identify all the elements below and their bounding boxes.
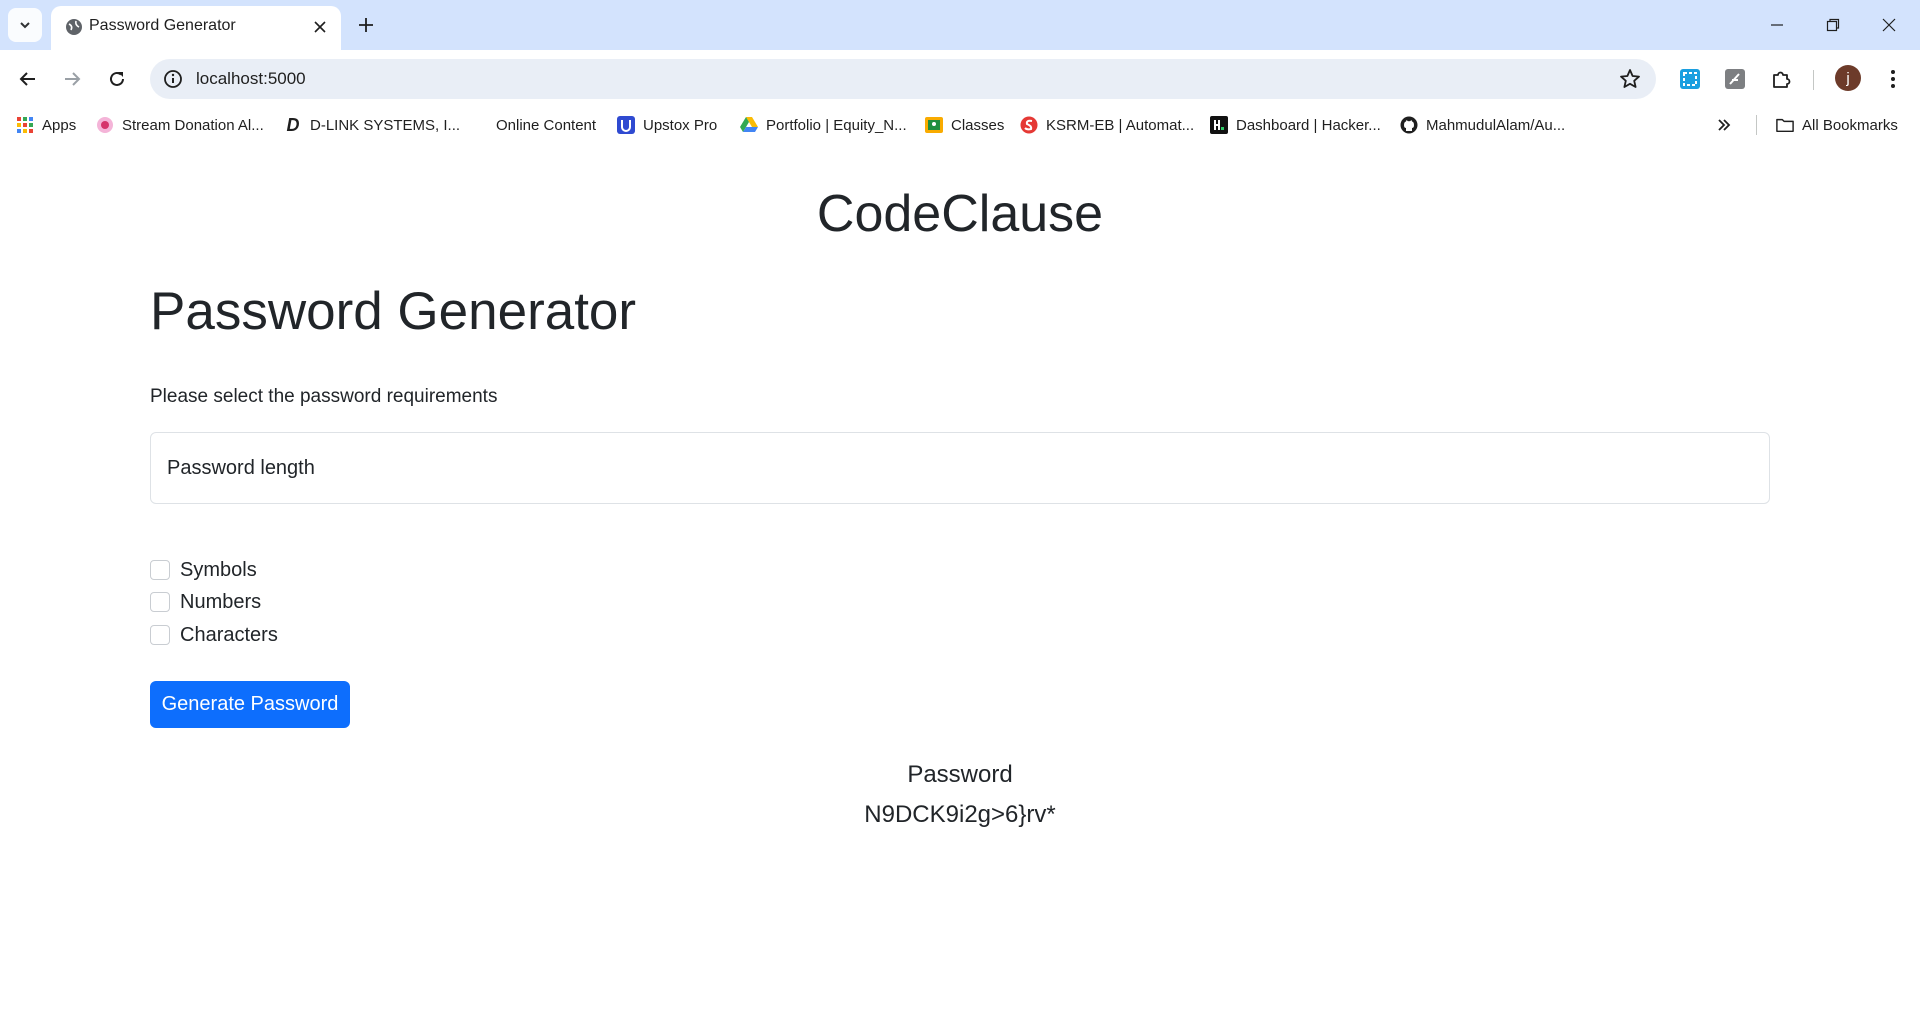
reload-icon xyxy=(110,71,124,86)
site-info-icon[interactable] xyxy=(162,68,184,90)
bookmark-online-content[interactable]: Online Content xyxy=(496,115,596,135)
bookmarks-bar: Apps Stream Donation Al... D D-LINK SYST… xyxy=(0,108,1920,142)
characters-checkbox[interactable] xyxy=(150,625,170,645)
upstox-icon xyxy=(617,116,635,134)
browser-toolbar: localhost:5000 j xyxy=(0,50,1920,108)
url-text[interactable]: localhost:5000 xyxy=(196,69,306,89)
github-icon xyxy=(1400,116,1418,134)
bookmark-label: KSRM-EB | Automat... xyxy=(1046,116,1195,134)
generate-password-button[interactable]: Generate Password xyxy=(150,681,350,728)
tab-strip: Password Generator xyxy=(0,0,1920,50)
plus-icon xyxy=(359,18,373,32)
all-bookmarks-label: All Bookmarks xyxy=(1802,116,1898,134)
drive-icon xyxy=(740,116,758,134)
stream-donation-icon xyxy=(96,116,114,134)
tab-title: Password Generator xyxy=(89,17,236,34)
back-button[interactable] xyxy=(10,61,46,97)
bookmark-apps[interactable]: Apps xyxy=(16,115,76,135)
symbols-option[interactable]: Symbols xyxy=(150,556,257,584)
characters-label: Characters xyxy=(180,623,278,646)
brand-heading: CodeClause xyxy=(816,185,1104,243)
bookmark-label: Dashboard | Hacker... xyxy=(1236,116,1381,134)
numbers-option[interactable]: Numbers xyxy=(150,588,261,616)
password-length-input[interactable] xyxy=(150,432,1770,504)
folder-icon xyxy=(1776,116,1794,134)
bookmark-ksrm[interactable]: KSRM-EB | Automat... xyxy=(1020,115,1194,135)
bookmark-label: Online Content xyxy=(496,116,597,134)
close-window-button[interactable] xyxy=(1866,8,1912,42)
address-bar[interactable]: localhost:5000 xyxy=(150,59,1656,99)
restore-button[interactable] xyxy=(1810,8,1856,42)
profile-avatar[interactable]: j xyxy=(1835,65,1861,91)
dlink-icon: D xyxy=(286,114,300,135)
bookmarks-overflow-button[interactable] xyxy=(1717,115,1731,135)
bookmark-label: Apps xyxy=(42,116,77,134)
bookmark-upstox[interactable]: Upstox Pro xyxy=(617,115,717,135)
restore-icon xyxy=(1826,18,1840,32)
symbols-label: Symbols xyxy=(180,558,257,581)
bookmark-label: Stream Donation Al... xyxy=(122,116,264,134)
bookmark-portfolio[interactable]: Portfolio | Equity_N... xyxy=(740,115,907,135)
chevron-down-icon xyxy=(20,22,30,29)
characters-option[interactable]: Characters xyxy=(150,621,278,649)
toolbar-divider xyxy=(1813,70,1814,90)
minimize-button[interactable] xyxy=(1754,8,1800,42)
hackerrank-icon xyxy=(1210,116,1228,134)
screenshot-extension-icon[interactable] xyxy=(1677,66,1703,92)
all-bookmarks-button[interactable]: All Bookmarks xyxy=(1776,115,1898,135)
minimize-icon xyxy=(1771,24,1783,26)
password-result-label: Password xyxy=(907,761,1013,788)
bookmark-hackerrank[interactable]: Dashboard | Hacker... xyxy=(1210,115,1381,135)
bookmark-label: MahmudulAlam/Au... xyxy=(1426,116,1566,134)
page-title: Password Generator xyxy=(150,282,637,341)
apps-grid-icon xyxy=(16,116,34,134)
tab-search-button[interactable] xyxy=(8,8,42,42)
arrow-left-icon xyxy=(19,72,35,86)
symbols-checkbox[interactable] xyxy=(150,560,170,580)
browser-tab-active[interactable]: Password Generator xyxy=(51,6,341,50)
close-tab-icon[interactable] xyxy=(309,16,331,38)
numbers-checkbox[interactable] xyxy=(150,592,170,612)
bookmark-label: D-LINK SYSTEMS, I... xyxy=(310,116,461,134)
bookmark-classes[interactable]: Classes xyxy=(925,115,1004,135)
bookmark-label: Upstox Pro xyxy=(643,116,718,134)
new-tab-button[interactable] xyxy=(351,10,381,40)
classroom-icon xyxy=(925,116,943,134)
double-chevron-right-icon xyxy=(1718,119,1731,131)
bookmark-dlink[interactable]: D D-LINK SYSTEMS, I... xyxy=(284,114,461,135)
arrow-right-icon xyxy=(65,72,81,86)
numbers-label: Numbers xyxy=(180,590,262,613)
bookmark-label: Classes xyxy=(951,116,1005,134)
globe-icon xyxy=(66,19,82,35)
note-extension-icon[interactable] xyxy=(1722,66,1748,92)
close-icon xyxy=(1882,18,1896,32)
bookmarks-divider xyxy=(1756,115,1757,135)
bookmark-github[interactable]: MahmudulAlam/Au... xyxy=(1400,115,1565,135)
bookmark-star-icon[interactable] xyxy=(1618,67,1642,91)
extensions-puzzle-icon[interactable] xyxy=(1768,66,1794,92)
forward-button[interactable] xyxy=(54,61,90,97)
more-menu-icon[interactable] xyxy=(1880,66,1906,92)
requirements-text: Please select the password requirements xyxy=(150,386,498,407)
ksrm-icon xyxy=(1020,116,1038,134)
password-result-value: N9DCK9i2g>6}rv* xyxy=(864,801,1056,828)
bookmark-label: Portfolio | Equity_N... xyxy=(766,116,907,134)
bookmark-stream-donation[interactable]: Stream Donation Al... xyxy=(96,115,264,135)
reload-button[interactable] xyxy=(99,61,135,97)
